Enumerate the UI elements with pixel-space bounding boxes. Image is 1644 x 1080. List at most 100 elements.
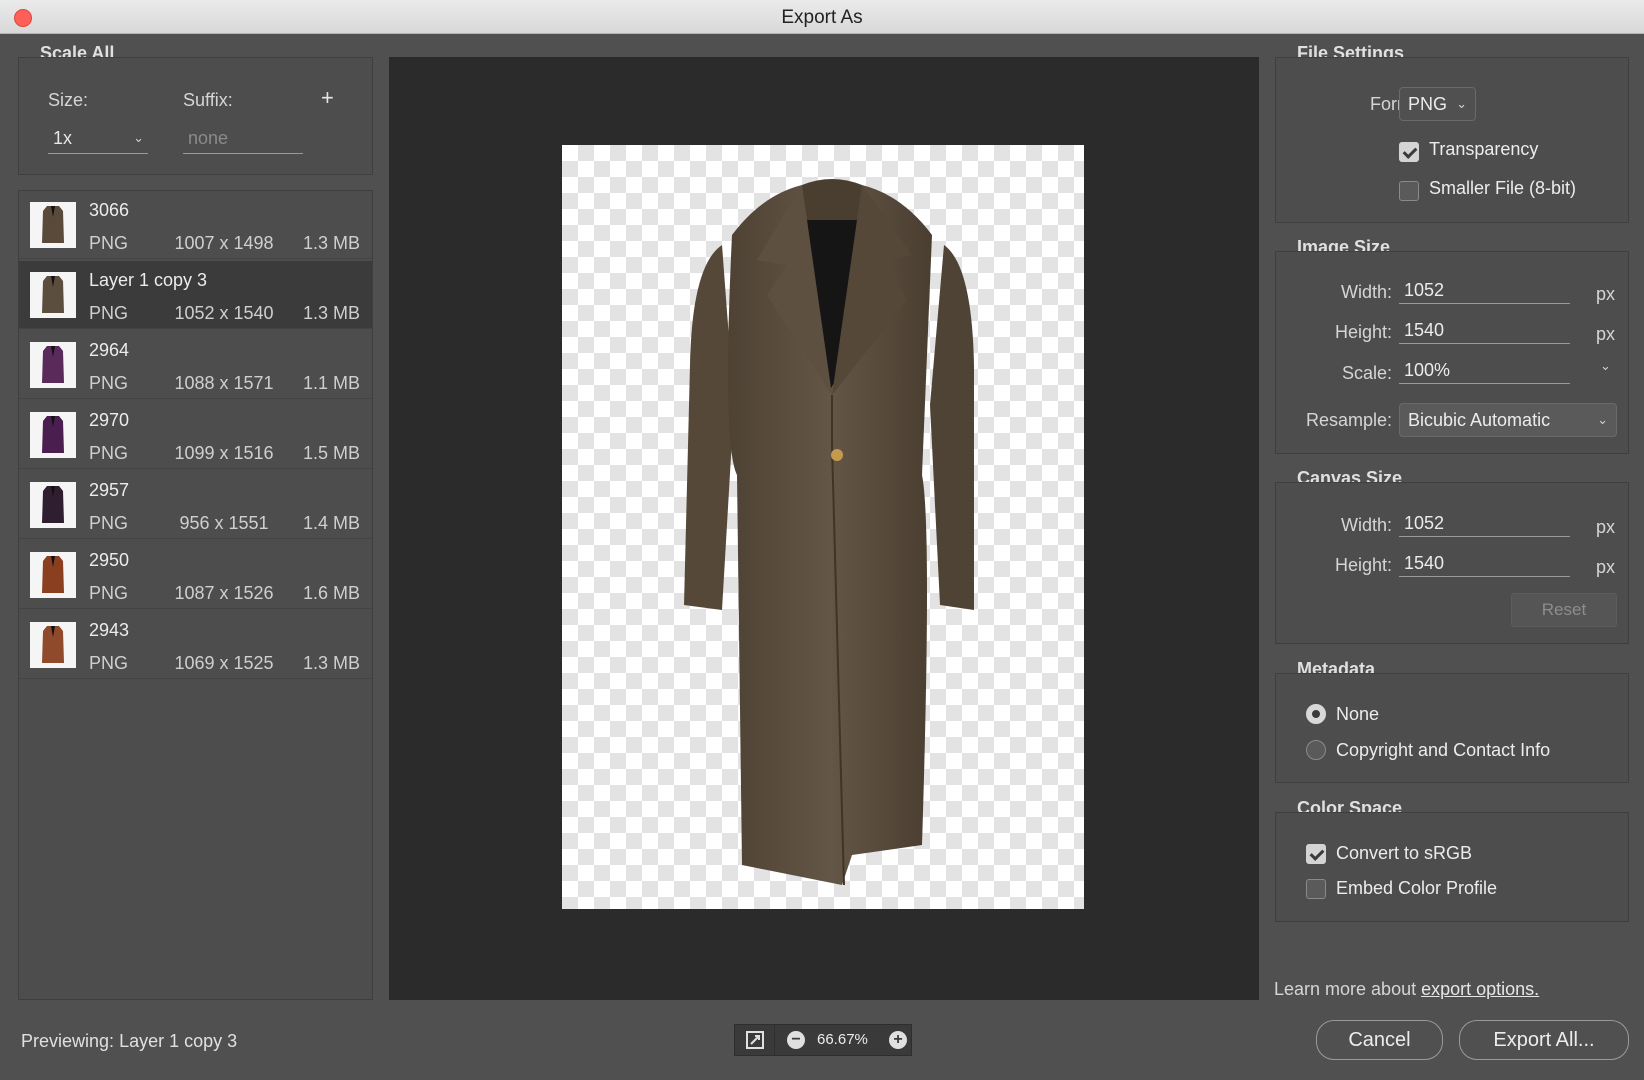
smaller-file-checkbox[interactable] [1399,181,1419,201]
zoom-out-icon[interactable]: − [787,1031,805,1049]
preview-area [389,57,1259,1000]
coat-thumbnail-icon [42,346,64,383]
scale-input[interactable]: 100% [1399,360,1570,384]
coat-thumbnail-icon [42,626,64,663]
convert-srgb-checkbox[interactable] [1306,844,1326,864]
previewing-status: Previewing: Layer 1 copy 3 [21,1031,237,1052]
convert-srgb-label: Convert to sRGB [1336,843,1473,863]
asset-name: 2970 [89,410,130,430]
asset-row[interactable]: 2957 PNG 956 x 1551 1.4 MB [19,471,372,539]
asset-format: PNG [89,583,129,603]
asset-row[interactable]: 2970 PNG 1099 x 1516 1.5 MB [19,401,372,469]
resample-label: Resample: [1305,410,1392,430]
asset-file-size: 1.4 MB [302,513,360,533]
metadata-copyright-radio[interactable] [1306,740,1326,760]
title-bar: Export As [0,0,1644,34]
asset-name: 2964 [89,340,130,360]
asset-format: PNG [89,373,129,393]
size-select[interactable]: 1x ⌄ [48,128,148,154]
asset-format: PNG [89,443,129,463]
suffix-label: Suffix: [183,90,233,110]
learn-more-text: Learn more about export options. [1274,979,1539,1000]
asset-row[interactable]: 2964 PNG 1088 x 1571 1.1 MB [19,331,372,399]
asset-dimensions: 1007 x 1498 [174,233,274,253]
metadata-none-label: None [1336,704,1380,724]
asset-row[interactable]: 2950 PNG 1087 x 1526 1.6 MB [19,541,372,609]
reset-button[interactable]: Reset [1511,593,1617,627]
canvas-width-input[interactable]: 1052 [1399,513,1570,537]
format-value: PNG [1408,94,1448,114]
transparency-label: Transparency [1429,139,1539,159]
image-width-unit: px [1596,284,1616,304]
cancel-button[interactable]: Cancel [1316,1020,1443,1060]
image-height-input[interactable]: 1540 [1399,320,1570,344]
window-title: Export As [781,7,863,28]
asset-name: 2950 [89,550,130,570]
image-width-input[interactable]: 1052 [1399,280,1570,304]
export-all-button[interactable]: Export All... [1459,1020,1629,1060]
asset-format: PNG [89,303,129,323]
image-height-unit: px [1596,324,1616,344]
metadata-copyright-label: Copyright and Contact Info [1336,740,1551,760]
asset-format: PNG [89,233,129,253]
asset-name: 2957 [89,480,130,500]
zoom-level: 66.67% [817,1031,868,1048]
chevron-down-icon[interactable]: ⌄ [1600,358,1611,374]
image-height-label: Height: [1334,322,1392,342]
asset-thumbnail [30,272,76,318]
asset-dimensions: 1069 x 1525 [174,653,274,673]
image-size-panel: Width: 1052 px Height: 1540 px Scale: 10… [1275,251,1629,454]
scale-all-panel: Size: Suffix: + 1x ⌄ none [18,57,373,175]
format-select[interactable]: PNG ⌄ [1399,87,1476,121]
asset-file-size: 1.3 MB [302,233,360,253]
asset-thumbnail [30,552,76,598]
suffix-input[interactable]: none [183,128,303,154]
asset-name: Layer 1 copy 3 [89,270,208,290]
asset-dimensions: 956 x 1551 [179,513,269,533]
size-value: 1x [53,128,73,148]
asset-thumbnail [30,202,76,248]
preview-canvas [562,145,1084,909]
size-label: Size: [48,90,89,110]
asset-dimensions: 1052 x 1540 [174,303,274,323]
asset-thumbnail [30,412,76,458]
asset-row[interactable]: 3066 PNG 1007 x 1498 1.3 MB [19,191,372,259]
canvas-height-unit: px [1596,557,1616,577]
fit-icon [745,1031,764,1049]
embed-profile-label: Embed Color Profile [1336,878,1498,898]
coat-thumbnail-icon [42,276,64,313]
suffix-placeholder: none [188,128,229,148]
asset-dimensions: 1099 x 1516 [174,443,274,463]
embed-profile-checkbox[interactable] [1306,879,1326,899]
asset-file-size: 1.5 MB [302,443,360,463]
asset-name: 3066 [89,200,130,220]
asset-format: PNG [89,513,129,533]
chevron-down-icon: ⌄ [1597,412,1608,427]
asset-thumbnail [30,622,76,668]
previewing-value: Layer 1 copy 3 [119,1031,238,1051]
asset-format: PNG [89,653,129,673]
plus-icon[interactable]: + [321,85,334,111]
export-options-link[interactable]: export options. [1421,979,1539,999]
asset-file-size: 1.6 MB [302,583,360,603]
asset-row[interactable]: Layer 1 copy 3 PNG 1052 x 1540 1.3 MB [19,261,372,329]
resample-value: Bicubic Automatic [1408,410,1551,430]
metadata-none-radio[interactable] [1306,704,1326,724]
canvas-height-input[interactable]: 1540 [1399,553,1570,577]
transparency-checkbox[interactable] [1399,142,1419,162]
coat-thumbnail-icon [42,556,64,593]
resample-select[interactable]: Bicubic Automatic ⌄ [1399,403,1617,437]
fit-to-window-button[interactable] [735,1025,775,1055]
asset-row[interactable]: 2943 PNG 1069 x 1525 1.3 MB [19,611,372,679]
asset-dimensions: 1087 x 1526 [174,583,274,603]
zoom-in-icon[interactable]: + [889,1031,907,1049]
previewing-label: Previewing: [21,1031,115,1051]
asset-name: 2943 [89,620,130,640]
canvas-width-label: Width: [1340,515,1392,535]
canvas-width-unit: px [1596,517,1616,537]
file-settings-panel: Format: PNG ⌄ Transparency Smaller File … [1275,57,1629,223]
zoom-controls: − 66.67% + [734,1024,912,1056]
asset-thumbnail [30,482,76,528]
asset-dimensions: 1088 x 1571 [174,373,274,393]
image-width-label: Width: [1340,282,1392,302]
